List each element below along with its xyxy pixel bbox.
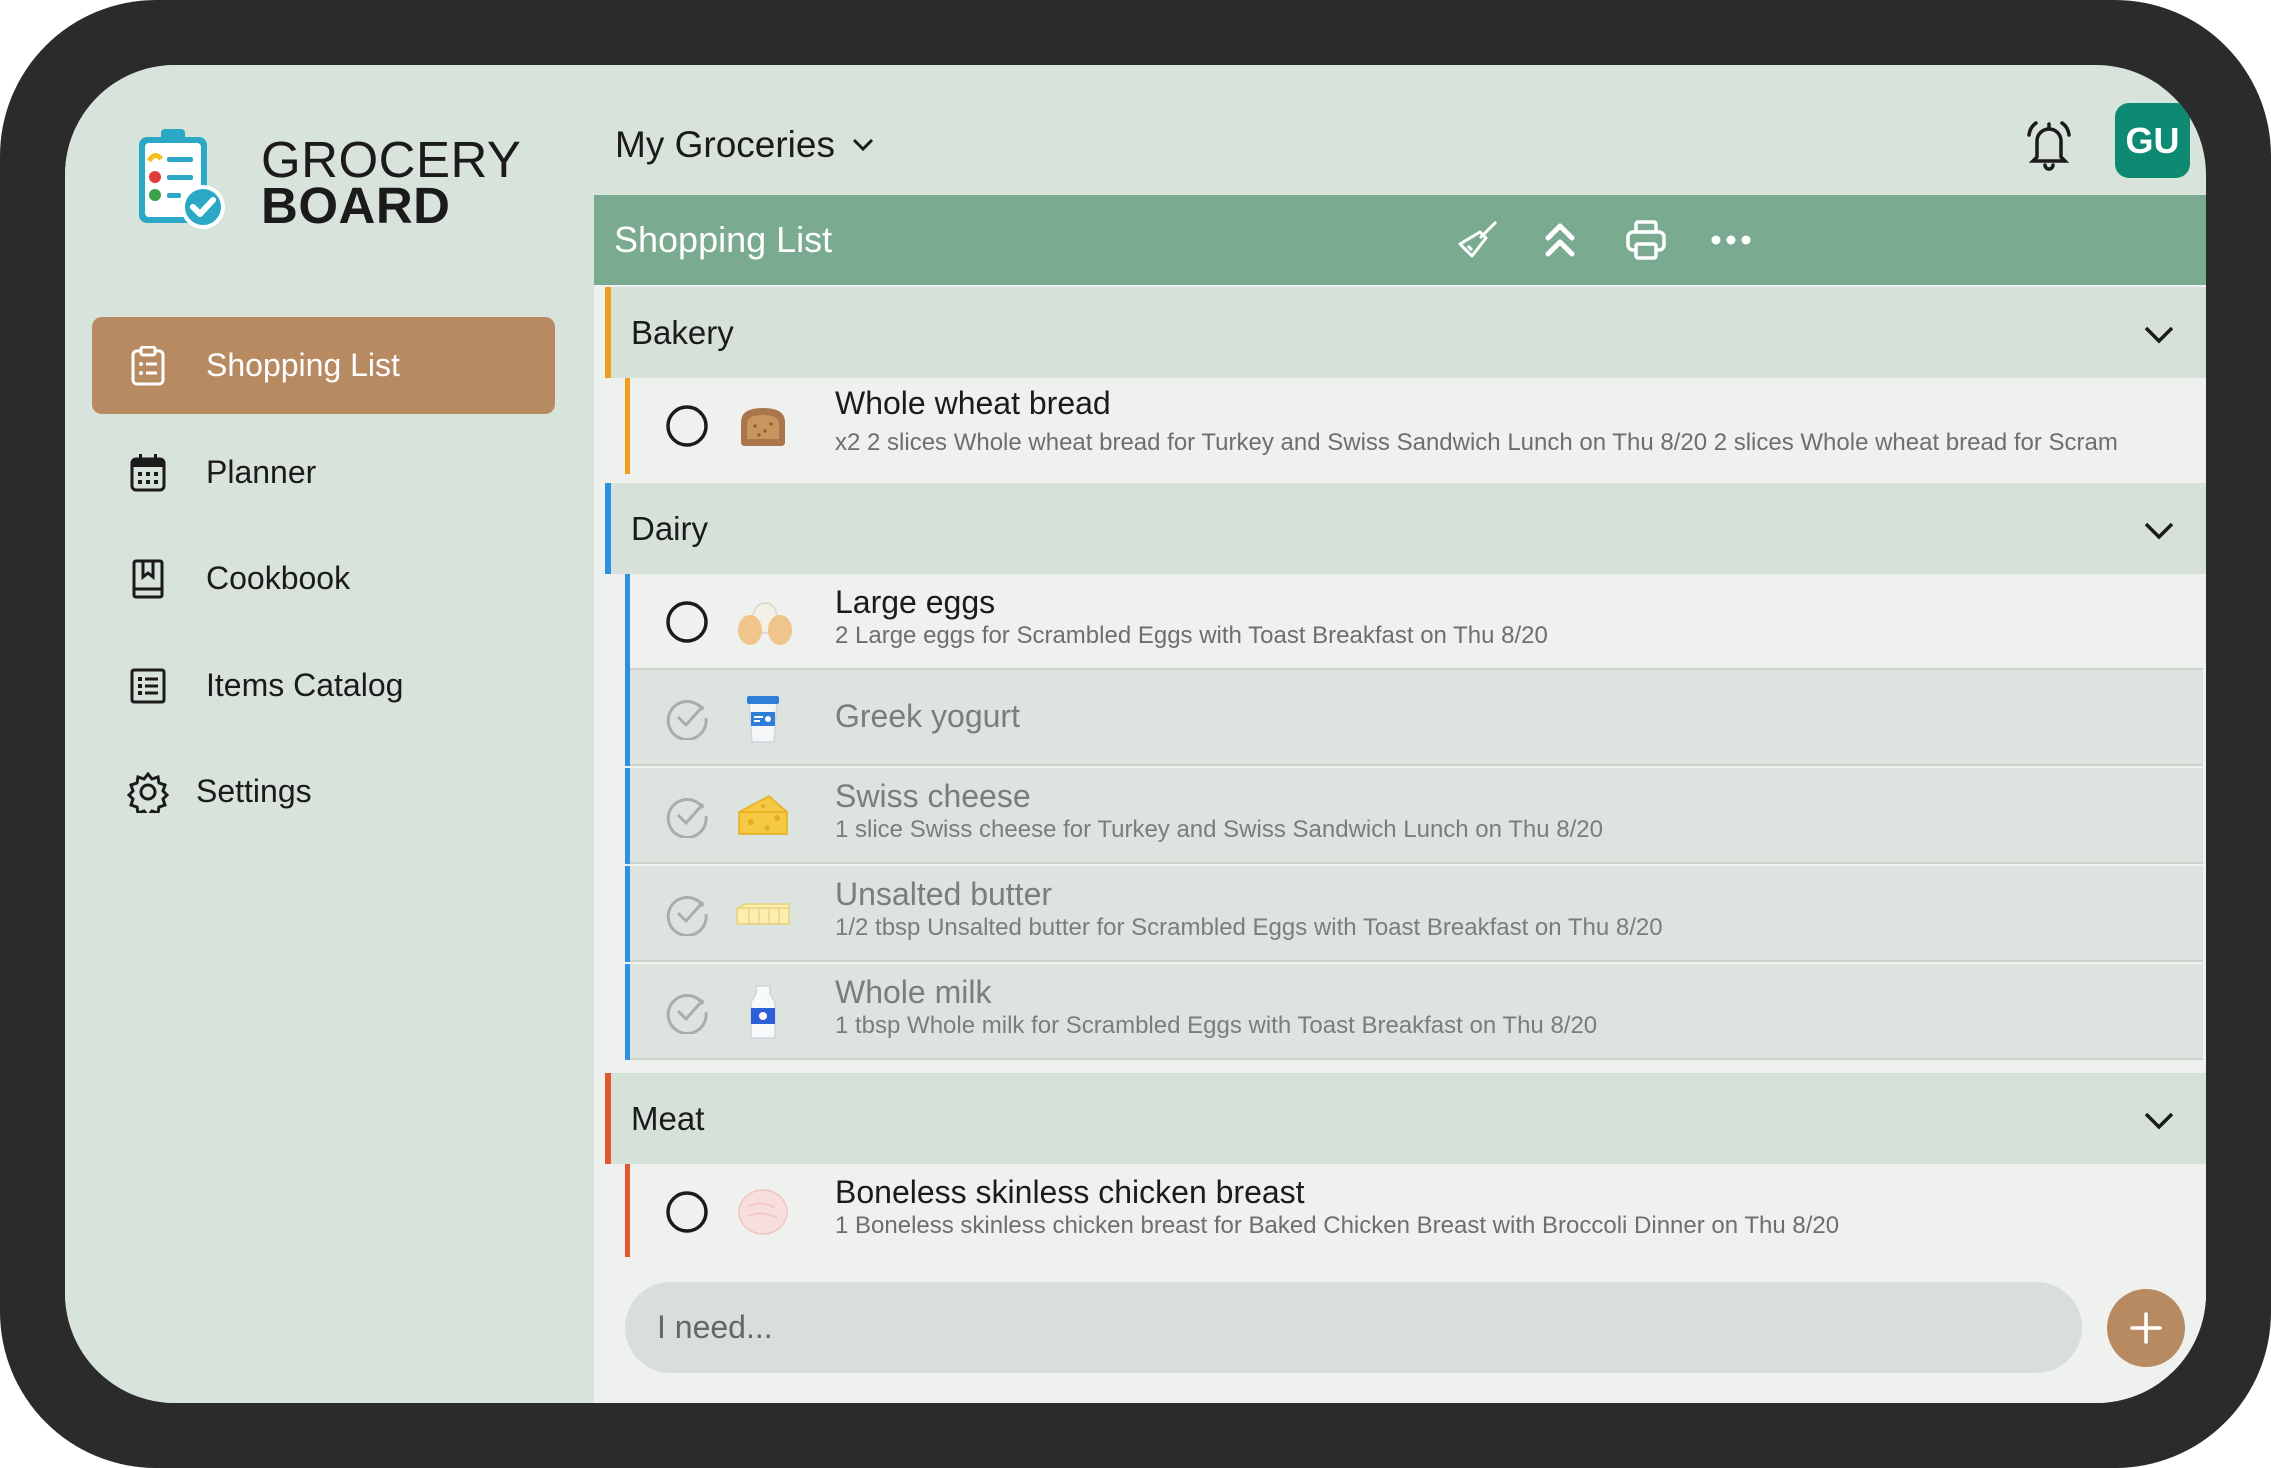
add-item-button[interactable]	[2107, 1289, 2185, 1367]
sidebar-item-planner[interactable]: Planner	[92, 424, 555, 521]
item-name: Whole milk	[835, 974, 992, 1010]
calendar-icon	[126, 451, 170, 495]
item-detail: 2 Large eggs for Scrambled Eggs with Toa…	[835, 622, 1548, 649]
app-screen: GROCERY BOARD Shopping List Planner Cook…	[65, 65, 2206, 1403]
toolbar-title: Shopping List	[614, 219, 833, 260]
eggs-icon	[738, 602, 792, 645]
ellipsis-icon	[1711, 235, 1751, 245]
row-divider	[630, 960, 2203, 962]
checked-circle-icon[interactable]	[665, 990, 709, 1034]
sidebar-item-label: Cookbook	[206, 560, 351, 596]
sidebar-item-items-catalog[interactable]: Items Catalog	[92, 637, 555, 734]
row-divider	[630, 764, 2203, 766]
unchecked-circle-icon[interactable]	[665, 404, 709, 448]
clipboard-list-icon	[126, 344, 170, 388]
item-name: Large eggs	[835, 584, 996, 620]
shopping-list-toolbar: Shopping List	[594, 195, 2206, 285]
milk-icon	[750, 985, 776, 1039]
item-detail: 1 tbsp Whole milk for Scrambled Eggs wit…	[835, 1012, 1598, 1039]
plus-icon	[2130, 1312, 2162, 1344]
cheese-icon	[738, 795, 788, 835]
unchecked-circle-icon[interactable]	[665, 600, 709, 644]
item-name: Whole wheat bread	[835, 385, 1111, 421]
item-name: Swiss cheese	[835, 778, 1031, 814]
printer-icon	[1626, 220, 1666, 260]
chevron-down-icon	[2144, 1112, 2174, 1130]
collapse-all-button[interactable]	[1535, 215, 1585, 265]
item-name: Boneless skinless chicken breast	[835, 1174, 1305, 1210]
sidebar-item-label: Settings	[196, 773, 312, 809]
row-divider	[630, 1058, 2203, 1060]
clear-checked-button[interactable]	[1453, 215, 1503, 265]
chevron-down-icon	[852, 138, 874, 152]
checked-circle-icon[interactable]	[665, 794, 709, 838]
list-item-chicken-breast[interactable]: Boneless skinless chicken breast 1 Bonel…	[625, 1164, 2203, 1257]
list-item-swiss-cheese[interactable]: Swiss cheese 1 slice Swiss cheese for Tu…	[625, 768, 2203, 864]
sidebar-item-settings[interactable]: Settings	[92, 743, 555, 840]
list-item-whole-milk[interactable]: Whole milk 1 tbsp Whole milk for Scrambl…	[625, 964, 2203, 1060]
chicken-breast-icon	[738, 1189, 788, 1235]
broom-icon	[1458, 220, 1498, 258]
list-selector[interactable]: My Groceries	[615, 117, 877, 173]
category-name: Meat	[631, 1099, 705, 1137]
checked-circle-icon[interactable]	[665, 892, 709, 936]
main-panel: Shopping List Bakery Whole wheat bread x…	[594, 195, 2206, 1403]
sidebar-item-label: Planner	[206, 454, 317, 490]
category-name: Bakery	[631, 313, 734, 351]
yogurt-icon	[747, 696, 779, 743]
category-header-bakery[interactable]: Bakery	[605, 287, 2206, 378]
list-item-whole-wheat-bread[interactable]: Whole wheat bread x2 2 slices Whole whea…	[625, 378, 2203, 474]
avatar[interactable]: GU	[2115, 103, 2190, 178]
list-icon	[126, 664, 170, 708]
list-selector-label: My Groceries	[615, 124, 835, 165]
category-header-dairy[interactable]: Dairy	[605, 483, 2206, 574]
shopping-list: Bakery Whole wheat bread x2 2 slices Who…	[594, 285, 2206, 1257]
list-item-greek-yogurt[interactable]: Greek yogurt	[625, 670, 2203, 766]
add-item-bar	[594, 1257, 2206, 1403]
sidebar-item-cookbook[interactable]: Cookbook	[92, 530, 555, 627]
gear-icon	[126, 770, 170, 814]
brand-name: GROCERY BOARD	[261, 134, 521, 234]
checked-circle-icon[interactable]	[665, 696, 709, 740]
list-item-large-eggs[interactable]: Large eggs 2 Large eggs for Scrambled Eg…	[625, 574, 2203, 670]
print-button[interactable]	[1621, 215, 1671, 265]
item-name: Greek yogurt	[835, 698, 1020, 734]
more-options-button[interactable]	[1706, 215, 1756, 265]
list-item-unsalted-butter[interactable]: Unsalted butter 1/2 tbsp Unsalted butter…	[625, 866, 2203, 962]
grocery-board-logo	[139, 129, 225, 229]
add-item-input[interactable]	[625, 1282, 2082, 1373]
book-icon	[126, 557, 170, 601]
brand-line-2: BOARD	[261, 177, 451, 234]
item-detail: 1 Boneless skinless chicken breast for B…	[835, 1212, 1840, 1239]
item-name: Unsalted butter	[835, 876, 1053, 912]
device-frame: GROCERY BOARD Shopping List Planner Cook…	[0, 0, 2271, 1468]
sidebar-item-label: Items Catalog	[206, 667, 404, 703]
category-header-meat[interactable]: Meat	[605, 1073, 2206, 1164]
category-name: Dairy	[631, 509, 709, 547]
sidebar-item-label: Shopping List	[206, 347, 400, 383]
row-divider	[630, 862, 2203, 864]
bread-icon	[741, 408, 785, 446]
sidebar: GROCERY BOARD Shopping List Planner Cook…	[65, 65, 594, 1403]
bell-icon[interactable]	[2023, 115, 2075, 175]
sidebar-item-shopping-list[interactable]: Shopping List	[92, 317, 555, 414]
double-chevron-up-icon	[1545, 223, 1575, 257]
chevron-down-icon	[2144, 522, 2174, 540]
chevron-down-icon	[2144, 326, 2174, 344]
butter-icon	[736, 903, 790, 925]
item-detail: 1 slice Swiss cheese for Turkey and Swis…	[835, 816, 1603, 843]
item-detail: x2 2 slices Whole wheat bread for Turkey…	[835, 429, 2118, 456]
unchecked-circle-icon[interactable]	[665, 1190, 709, 1234]
item-detail: 1/2 tbsp Unsalted butter for Scrambled E…	[835, 914, 1663, 941]
